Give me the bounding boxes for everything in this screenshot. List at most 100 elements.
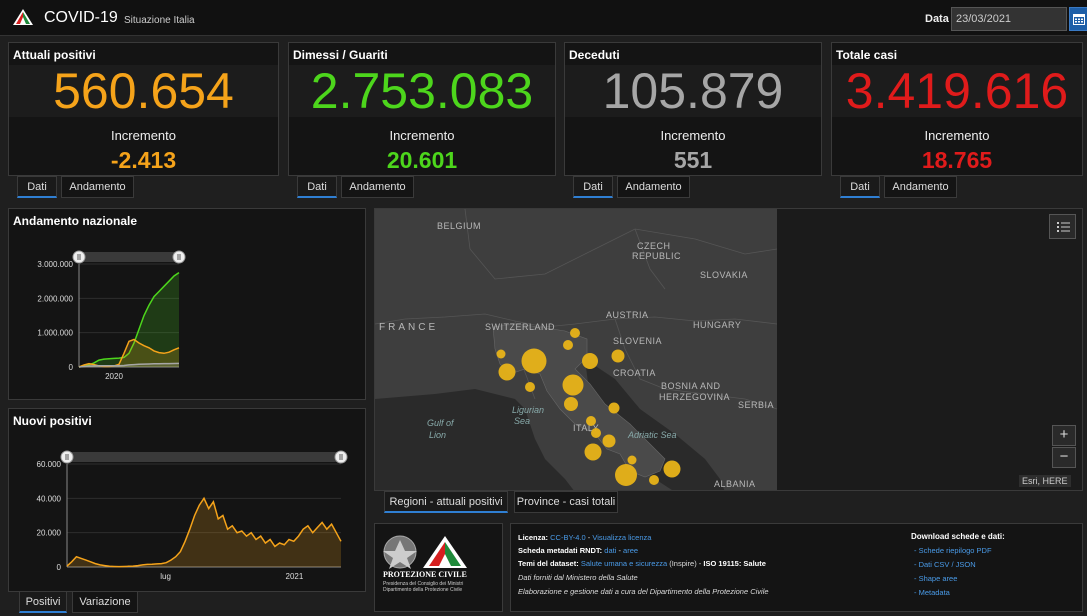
tab-andamento[interactable]: Andamento bbox=[341, 176, 414, 198]
region-bubble[interactable] bbox=[649, 475, 659, 485]
footer-info-panel: Licenza: CC-BY-4.0 - Visualizza licenza … bbox=[510, 523, 1083, 612]
region-bubble[interactable] bbox=[663, 460, 681, 478]
chart-andamento-nazionale: 3.000.000 2.000.000 1.000.000 0 2020 bbox=[37, 250, 186, 381]
card-increment: 551 bbox=[673, 147, 713, 173]
region-bubble[interactable] bbox=[562, 374, 584, 396]
card-increment-label: Incremento bbox=[110, 128, 177, 143]
dati-forniti: Dati forniti dal Ministero della Salute bbox=[518, 573, 638, 582]
download-metadata-link[interactable]: - Metadata bbox=[914, 588, 950, 597]
card-value: 560.654 bbox=[9, 65, 278, 117]
card-value: 105.879 bbox=[565, 65, 821, 117]
region-bubble[interactable] bbox=[591, 428, 601, 438]
protezione-civile-logo-icon bbox=[12, 8, 34, 31]
tab-dati[interactable]: Dati bbox=[297, 176, 337, 198]
zoom-out-button[interactable]: − bbox=[1052, 447, 1076, 468]
tab-variazione[interactable]: Variazione bbox=[72, 591, 138, 613]
card-title: Deceduti bbox=[569, 48, 620, 62]
logo-text: PROTEZIONE CIVILE bbox=[383, 570, 467, 579]
tab-andamento[interactable]: Andamento bbox=[617, 176, 690, 198]
tab-positivi[interactable]: Positivi bbox=[19, 591, 67, 613]
range-slider-track bbox=[67, 452, 341, 462]
region-bubble[interactable] bbox=[611, 349, 625, 363]
logo-subtext: Dipartimento della Protezione Civile bbox=[383, 587, 463, 593]
map-bubbles bbox=[496, 328, 681, 486]
tab-dati[interactable]: Dati bbox=[840, 176, 880, 198]
region-bubble[interactable] bbox=[564, 397, 578, 411]
emblem-icon bbox=[383, 535, 467, 569]
tab-andamento[interactable]: Andamento bbox=[884, 176, 957, 198]
card-deceduti: Deceduti 105.879 Incremento 551 bbox=[564, 42, 822, 176]
card-increment-label: Incremento bbox=[389, 128, 455, 143]
card-title: Attuali positivi bbox=[13, 48, 96, 62]
x-tick-label: 2020 bbox=[105, 372, 123, 381]
list-icon bbox=[1057, 222, 1070, 232]
map-panel[interactable]: BELGIUM CZECH REPUBLIC SLOVAKIA FRANCE S… bbox=[374, 208, 1083, 491]
range-slider-handle bbox=[72, 250, 86, 264]
region-bubble[interactable] bbox=[496, 349, 506, 359]
card-increment-label: Incremento bbox=[924, 128, 990, 143]
temi-link[interactable]: Salute umana e sicurezza bbox=[581, 559, 667, 568]
map-attribution: Esri, HERE bbox=[1019, 475, 1071, 487]
region-bubble[interactable] bbox=[627, 455, 637, 465]
download-shape-link[interactable]: - Shape aree bbox=[914, 574, 957, 583]
y-tick-label: 2.000.000 bbox=[37, 294, 73, 303]
download-pdf-link[interactable]: - Schede riepilogo PDF bbox=[914, 546, 992, 555]
y-tick-label: 20.000 bbox=[37, 529, 62, 538]
region-bubble[interactable] bbox=[615, 464, 637, 486]
card-dimessi-guariti: Dimessi / Guariti 2.753.083 Incremento 2… bbox=[288, 42, 556, 176]
calendar-icon bbox=[1073, 14, 1085, 25]
temi-label: Temi del dataset: bbox=[518, 559, 579, 568]
range-slider-handle bbox=[60, 450, 74, 464]
y-tick-label: 0 bbox=[57, 563, 62, 572]
tab-andamento[interactable]: Andamento bbox=[61, 176, 134, 198]
panel-nuovi-positivi: Nuovi positivi 60.000 40.000 20.000 0 lug 202… bbox=[8, 408, 366, 592]
region-bubble[interactable] bbox=[602, 434, 616, 448]
y-tick-label: 60.000 bbox=[37, 460, 62, 469]
region-bubble[interactable] bbox=[584, 443, 602, 461]
region-bubble[interactable] bbox=[521, 348, 547, 374]
licenza-row: Licenza: CC-BY-4.0 - Visualizza licenza bbox=[518, 533, 651, 542]
card-attuali-positivi: Attuali positivi 560.654 Incremento -2.4… bbox=[8, 42, 279, 176]
y-tick-label: 40.000 bbox=[37, 494, 62, 503]
chart-nuovi-positivi: 60.000 40.000 20.000 0 lug 2021 bbox=[37, 450, 348, 581]
tab-dati[interactable]: Dati bbox=[17, 176, 57, 198]
region-bubble[interactable] bbox=[563, 340, 573, 350]
region-bubble[interactable] bbox=[525, 382, 535, 392]
region-bubble[interactable] bbox=[582, 353, 598, 369]
region-bubble[interactable] bbox=[498, 363, 516, 381]
card-increment-label: Incremento bbox=[660, 128, 726, 143]
aree-link[interactable]: aree bbox=[623, 546, 638, 555]
tab-province[interactable]: Province - casi totali bbox=[514, 491, 618, 513]
y-tick-label: 3.000.000 bbox=[37, 260, 73, 269]
card-title: Dimessi / Guariti bbox=[293, 48, 388, 62]
visualizza-licenza-link[interactable]: Visualizza licenza bbox=[592, 533, 651, 542]
range-slider-handle bbox=[334, 450, 348, 464]
y-tick-label: 1.000.000 bbox=[37, 329, 73, 338]
card-increment: -2.413 bbox=[110, 147, 177, 173]
date-input[interactable] bbox=[951, 7, 1067, 31]
card-increment: 18.765 bbox=[921, 147, 993, 173]
card-value: 3.419.616 bbox=[832, 65, 1082, 117]
elaborazione: Elaborazione e gestione dati a cura del … bbox=[518, 587, 769, 596]
tab-dati[interactable]: Dati bbox=[573, 176, 613, 198]
tab-regioni[interactable]: Regioni - attuali positivi bbox=[384, 491, 508, 513]
range-slider-handle bbox=[172, 250, 186, 264]
scheda-label: Scheda metadati RNDT: bbox=[518, 546, 603, 555]
card-title: Totale casi bbox=[836, 48, 898, 62]
region-bubble[interactable] bbox=[586, 416, 596, 426]
calendar-button[interactable] bbox=[1069, 7, 1087, 31]
temi-iso: ISO 19115: Salute bbox=[703, 559, 766, 568]
dati-link[interactable]: dati bbox=[604, 546, 616, 555]
x-tick-label: 2021 bbox=[286, 572, 304, 581]
footer-logo-panel: PROTEZIONE CIVILE Presidenza del Consigl… bbox=[374, 523, 503, 612]
date-label: Data bbox=[925, 13, 949, 25]
download-csv-link[interactable]: - Dati CSV / JSON bbox=[914, 560, 976, 569]
licenza-label: Licenza: bbox=[518, 533, 549, 542]
x-tick-label: lug bbox=[160, 572, 171, 581]
licenza-link[interactable]: CC-BY-4.0 bbox=[550, 533, 586, 542]
zoom-in-button[interactable]: + bbox=[1052, 425, 1076, 446]
region-bubble[interactable] bbox=[608, 402, 620, 414]
map-legend-button[interactable] bbox=[1049, 214, 1076, 239]
card-increment: 20.601 bbox=[386, 147, 458, 173]
region-bubble[interactable] bbox=[570, 328, 580, 338]
